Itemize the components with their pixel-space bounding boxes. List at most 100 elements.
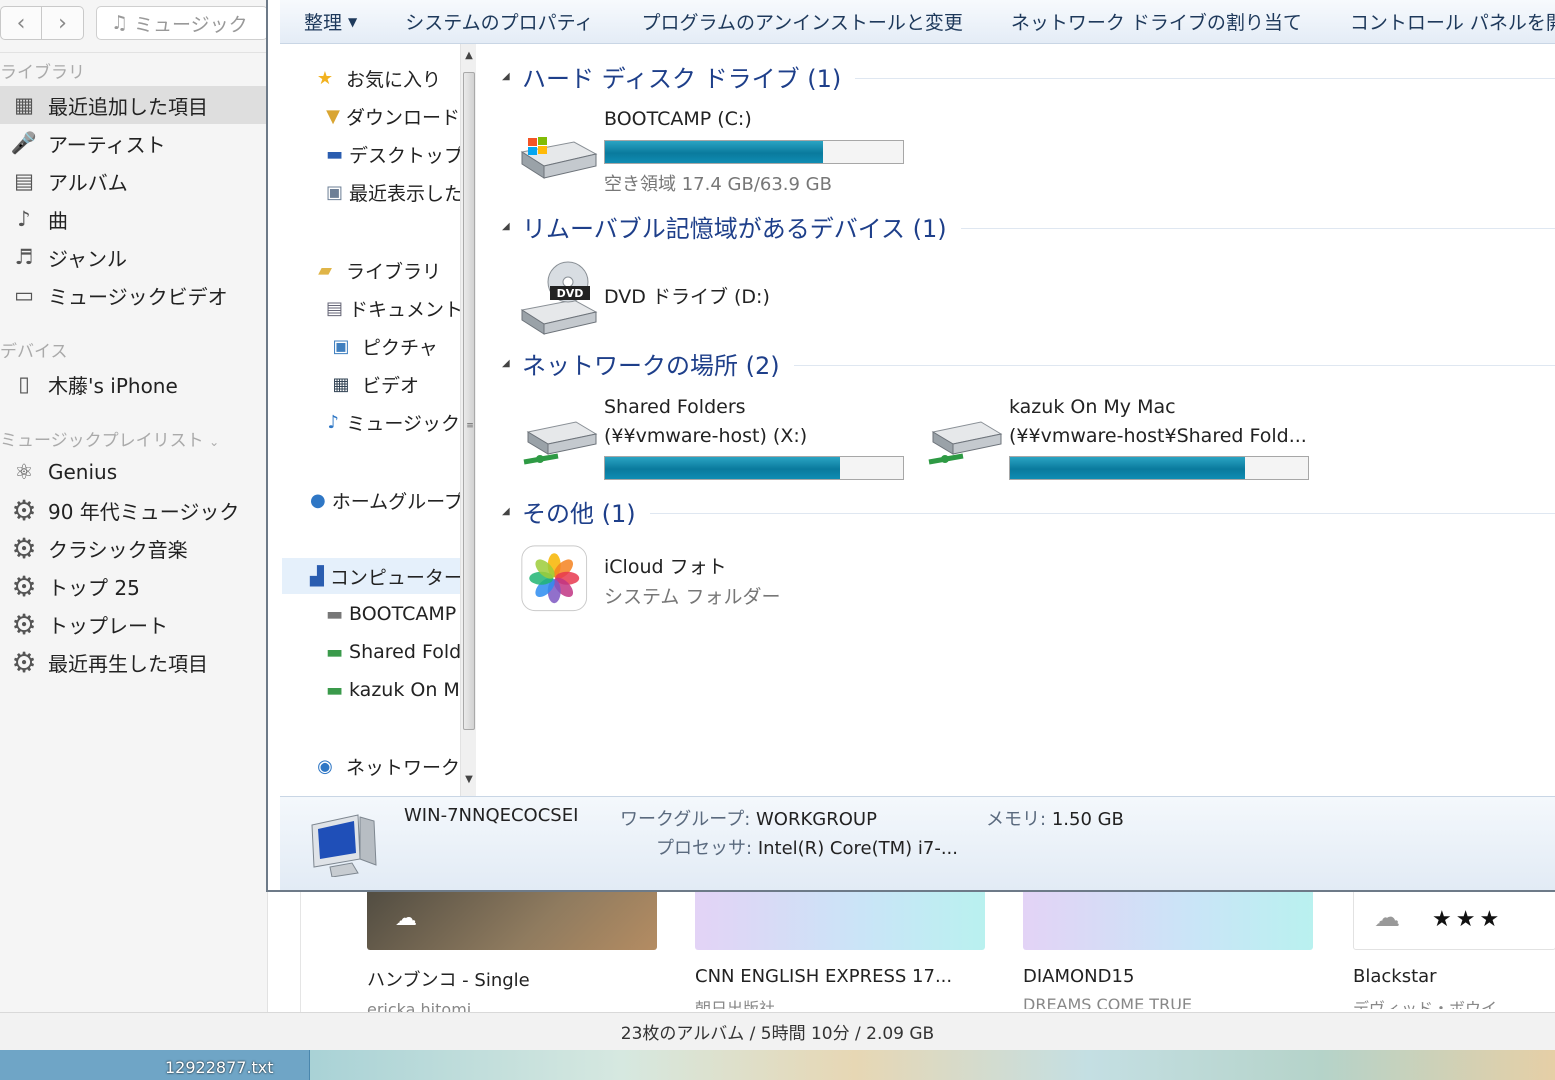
nav-label: Shared Folders (\\vmware-host) (X:) (349, 641, 460, 663)
forward-button[interactable]: › (42, 6, 84, 40)
group-header-hdd[interactable]: ◢ ハード ディスク ドライブ (1) (502, 59, 1555, 93)
sidebar-item-iphone[interactable]: ▯ 木藤's iPhone (0, 365, 266, 403)
network-drive-icon: ▬ (326, 679, 344, 701)
videos-icon: ▦ (332, 373, 350, 395)
smart-playlist-gear-icon: ⚙ (11, 645, 37, 679)
nav-music[interactable]: ♪ ミュージック (326, 404, 460, 440)
sidebar-item-label: 曲 (48, 208, 68, 233)
organize-button[interactable]: 整理 ▼ (280, 8, 381, 35)
workgroup-info: ワークグループ: WORKGROUP (620, 805, 877, 831)
drive-name: BOOTCAMP (C:) (604, 108, 752, 130)
desktop-file-name[interactable]: 12922877.txt (165, 1058, 274, 1077)
explorer-window: 整理 ▼ システムのプロパティ プログラムのアンインストールと変更 ネットワーク… (266, 0, 1555, 892)
scroll-up-arrow-icon[interactable]: ▲ (461, 50, 477, 61)
album-card[interactable]: ☁ ★★★ Blackstar デヴィッド・ボウイ (1353, 880, 1555, 1009)
nav-favorites[interactable]: ★ お気に入り (310, 60, 460, 96)
scrollbar-thumb[interactable]: ≡ (463, 72, 475, 730)
nav-homegroup[interactable]: ● ホームグループ (310, 482, 460, 518)
album-title: DIAMOND15 (1023, 966, 1135, 987)
music-video-icon: ▭ (14, 283, 34, 307)
nav-documents[interactable]: ▤ ドキュメント (326, 290, 460, 326)
nav-label: ドキュメント (349, 298, 460, 321)
nav-recent-places[interactable]: ▣ 最近表示した場所 (326, 174, 460, 210)
pictures-icon: ▣ (332, 335, 350, 357)
memory-info: メモリ: 1.50 GB (986, 805, 1124, 831)
nav-videos[interactable]: ▦ ビデオ (326, 366, 460, 402)
drive-c[interactable]: BOOTCAMP (C:) 空き領域 17.4 GB/63.9 GB (518, 108, 918, 196)
icloud-photos-icon (521, 545, 588, 612)
genre-icon: ♬ (14, 245, 34, 269)
sidebar-item-label: トップ 25 (48, 575, 140, 600)
album-artist: 朝日出版社 (695, 999, 776, 1009)
nav-label: お気に入り (346, 68, 442, 91)
sidebar-item-playlist-top25[interactable]: ⚙ トップ 25 (0, 567, 266, 605)
nav-downloads[interactable]: ▼ ダウンロード (326, 98, 460, 134)
nav-label: ネットワーク (345, 756, 460, 779)
icloud-photos-folder[interactable]: iCloud フォト システム フォルダー (520, 544, 920, 620)
album-card[interactable]: ☁ ハンブンコ - Single ericka hitomi (367, 880, 657, 1014)
sidebar-item-playlist-recently-played[interactable]: ⚙ 最近再生した項目 (0, 643, 266, 681)
network-icon: ◉ (317, 755, 333, 777)
nav-computer[interactable]: ▟ コンピューター (282, 558, 460, 594)
nav-drive-c[interactable]: ▬ BOOTCAMP (C:) (326, 596, 460, 632)
album-card[interactable]: DIAMOND15 DREAMS COME TRUE (1023, 880, 1313, 1009)
group-divider (649, 512, 1555, 514)
star-icon: ★ (316, 67, 334, 89)
section-library: ライブラリ (0, 63, 85, 83)
chevron-down-icon: ⌄ (209, 435, 220, 449)
sidebar-item-label: 最近再生した項目 (48, 651, 208, 676)
drive-mac[interactable]: kazuk On My Mac (¥¥vmware-host¥Shared Fo… (923, 396, 1323, 486)
folder-name: iCloud フォト (604, 556, 727, 578)
system-properties-button[interactable]: システムのプロパティ (381, 8, 617, 35)
group-header-other[interactable]: ◢ その他 (1) (502, 494, 1555, 528)
navigation-pane: ★ お気に入り ▼ ダウンロード ▬ デスクトップ ▣ 最近表示した場所 ▰ ラ… (280, 44, 476, 796)
windows-hard-drive-icon (520, 137, 598, 179)
sidebar-item-albums[interactable]: ▤ アルバム (0, 162, 266, 200)
memory-label: メモリ: (986, 809, 1047, 830)
open-control-panel-button[interactable]: コントロール パネルを開く (1326, 8, 1555, 35)
album-card[interactable]: CNN ENGLISH EXPRESS 17... 朝日出版社 (695, 880, 985, 1009)
sidebar-item-music-videos[interactable]: ▭ ミュージックビデオ (0, 276, 266, 314)
sidebar-item-label: 最近追加した項目 (48, 94, 208, 119)
sidebar-item-label: 90 年代ミュージック (48, 499, 240, 524)
sidebar-item-genius[interactable]: ⚛ Genius (0, 453, 266, 491)
nav-network[interactable]: ◉ ネットワーク (310, 748, 460, 784)
nav-label: ダウンロード (345, 106, 460, 129)
nav-desktop[interactable]: ▬ デスクトップ (326, 136, 460, 172)
group-divider (960, 227, 1555, 229)
nav-label: ミュージック (346, 412, 460, 435)
workgroup-label: ワークグループ: (620, 809, 751, 830)
grid-icon: ▦ (14, 93, 34, 117)
nav-scrollbar[interactable]: ▲ ≡ ▼ (460, 44, 476, 796)
sidebar-item-label: ジャンル (48, 246, 127, 271)
nav-pictures[interactable]: ▣ ピクチャ (326, 328, 460, 364)
command-bar: 整理 ▼ システムのプロパティ プログラムのアンインストールと変更 ネットワーク… (280, 0, 1555, 44)
sidebar-item-playlist-top-rated[interactable]: ⚙ トップレート (0, 605, 266, 643)
sidebar-item-playlist-90s[interactable]: ⚙ 90 年代ミュージック (0, 491, 266, 529)
nav-libraries[interactable]: ▰ ライブラリ (310, 252, 460, 288)
nav-label: ライブラリ (346, 260, 442, 283)
nav-label: BOOTCAMP (C:) (349, 603, 460, 625)
sidebar-item-playlist-classical[interactable]: ⚙ クラシック音楽 (0, 529, 266, 567)
sidebar-item-songs[interactable]: ♪ 曲 (0, 200, 266, 238)
sidebar-item-recently-added[interactable]: ▦ 最近追加した項目 (0, 86, 266, 124)
drive-d[interactable]: DVD DVD ドライブ (D:) (518, 260, 918, 340)
uninstall-program-button[interactable]: プログラムのアンインストールと変更 (618, 8, 987, 35)
map-network-drive-button[interactable]: ネットワーク ドライブの割り当て (987, 8, 1326, 35)
group-header-network[interactable]: ◢ ネットワークの場所 (2) (502, 346, 1555, 380)
group-header-removable[interactable]: ◢ リムーバブル記憶域があるデバイス (1) (502, 209, 1555, 243)
desktop-icon: ▬ (326, 143, 344, 165)
sidebar-item-artists[interactable]: 🎤 アーティスト (0, 124, 266, 162)
album-title: Blackstar (1353, 966, 1437, 987)
section-devices: デバイス (0, 342, 68, 362)
media-kind-selector[interactable]: ♫ ミュージック (96, 6, 268, 40)
sidebar-item-genres[interactable]: ♬ ジャンル (0, 238, 266, 276)
nav-drive-mac[interactable]: ▬ kazuk On My Mac (326, 672, 460, 708)
section-playlists[interactable]: ミュージックプレイリスト ⌄ (0, 426, 219, 451)
cloud-download-icon: ☁ (1374, 903, 1400, 933)
drive-x[interactable]: Shared Folders (¥¥vmware-host) (X:) (518, 396, 918, 486)
back-button[interactable]: ‹ (0, 6, 42, 40)
scroll-down-arrow-icon[interactable]: ▼ (461, 774, 477, 785)
drive-path: (¥¥vmware-host) (X:) (604, 425, 808, 447)
nav-drive-x[interactable]: ▬ Shared Folders (\\vmware-host) (X:) (326, 634, 460, 670)
